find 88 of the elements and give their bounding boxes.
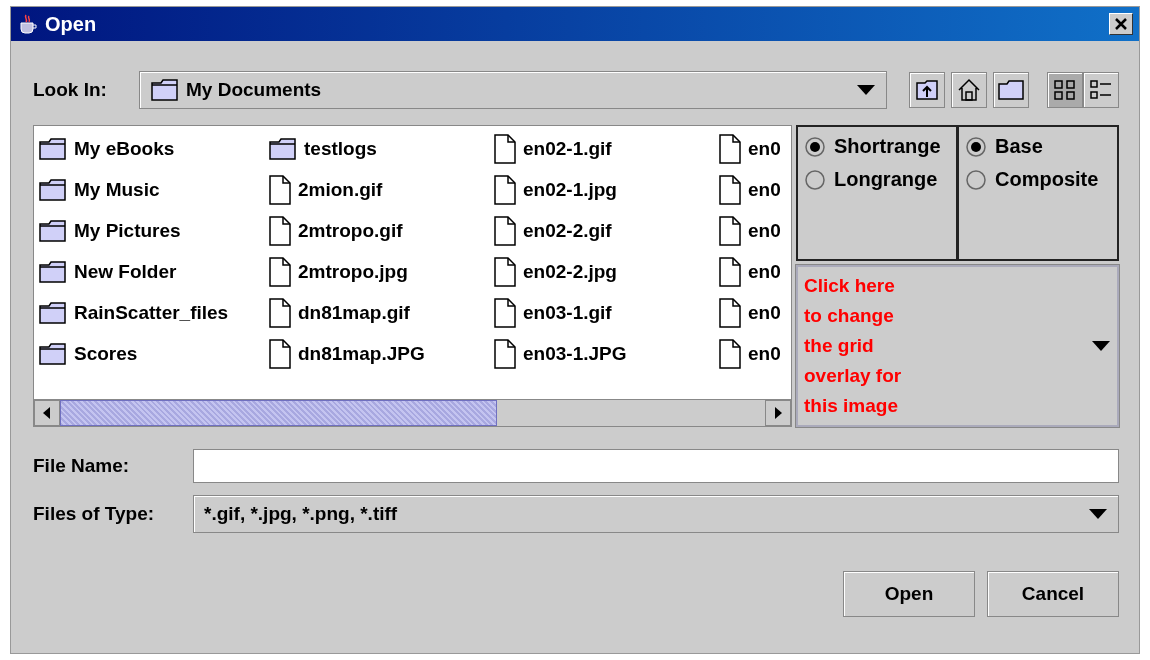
left-arrow-icon (43, 407, 51, 419)
close-icon (1114, 17, 1128, 31)
radio-label: Composite (995, 168, 1099, 191)
file-name[interactable]: My Pictures (74, 219, 181, 242)
file-icon (493, 174, 517, 205)
cup-icon (17, 13, 39, 35)
file-name[interactable]: 2mion.gif (298, 178, 383, 201)
folder-icon (38, 259, 68, 284)
file-name[interactable]: en0 (748, 301, 781, 324)
file-name[interactable]: en0 (748, 342, 781, 365)
file-name[interactable]: en02-2.jpg (523, 260, 617, 283)
file-name[interactable]: en0 (748, 137, 781, 160)
radio-button[interactable] (965, 168, 987, 191)
file-icon (493, 133, 517, 164)
folder-icon (38, 218, 68, 243)
list-view-icon (1053, 79, 1077, 101)
folder-icon (38, 341, 68, 366)
file-icon (493, 215, 517, 246)
radio-button[interactable] (965, 135, 987, 158)
file-name[interactable]: en02-2.gif (523, 219, 612, 242)
file-icon (718, 256, 742, 287)
file-icon (268, 215, 292, 246)
horizontal-scrollbar[interactable] (34, 399, 791, 426)
file-name[interactable]: Scores (74, 342, 138, 365)
file-name[interactable]: en0 (748, 219, 781, 242)
folder-icon (38, 177, 68, 202)
radio-button[interactable] (804, 168, 826, 191)
file-icon (718, 297, 742, 328)
folder-icon (38, 300, 68, 325)
caret-icon (856, 84, 876, 96)
caret-icon (1091, 340, 1111, 352)
radio-label: Longrange (834, 168, 938, 191)
file-icon (493, 297, 517, 328)
file-icon (718, 174, 742, 205)
file-name[interactable]: RainScatter_files (74, 301, 229, 324)
window-title: Open (45, 12, 98, 36)
file-name-label: File Name: (33, 455, 131, 477)
file-icon (268, 338, 292, 369)
toolbar-button[interactable] (1047, 72, 1083, 108)
caret-icon (1088, 508, 1108, 520)
toolbar-button[interactable] (951, 72, 987, 108)
folder-icon (268, 136, 298, 161)
file-name[interactable]: dn81map.JPG (298, 342, 425, 365)
right-arrow-icon (774, 407, 782, 419)
file-name[interactable]: dn81map.gif (298, 301, 410, 324)
scroll-thumb[interactable] (60, 400, 498, 426)
file-icon (493, 256, 517, 287)
file-name[interactable]: en03-1.gif (523, 301, 612, 324)
file-name[interactable]: en0 (748, 178, 781, 201)
cancel-button[interactable]: Cancel (987, 571, 1119, 617)
file-icon (268, 174, 292, 205)
radio-label: Base (995, 135, 1043, 158)
open-button[interactable]: Open (843, 571, 975, 617)
look-in-dropdown[interactable]: My Documents (139, 71, 887, 109)
file-name[interactable]: en02-1.jpg (523, 178, 617, 201)
file-icon (493, 338, 517, 369)
toolbar-button[interactable] (1083, 72, 1119, 108)
home-icon (957, 78, 981, 102)
folder-icon (998, 80, 1024, 100)
toolbar-button[interactable] (993, 72, 1029, 108)
file-name[interactable]: testlogs (304, 137, 377, 160)
toolbar-button[interactable] (909, 72, 945, 108)
file-icon (718, 215, 742, 246)
file-name-field[interactable] (193, 449, 1119, 483)
scroll-right-button[interactable] (765, 400, 791, 426)
look-in-label: Look In: (33, 79, 108, 101)
radio-button[interactable] (804, 135, 826, 158)
file-name[interactable]: 2mtropo.jpg (298, 260, 408, 283)
file-name[interactable]: My eBooks (74, 137, 175, 160)
file-icon (268, 297, 292, 328)
file-name[interactable]: en03-1.JPG (523, 342, 627, 365)
file-icon (718, 133, 742, 164)
details-view-icon (1089, 79, 1113, 101)
file-type-dropdown[interactable]: *.gif, *.jpg, *.png, *.tiff (193, 495, 1119, 533)
file-name[interactable]: New Folder (74, 260, 177, 283)
file-type-label: Files of Type: (33, 503, 156, 525)
close-button[interactable] (1109, 13, 1133, 35)
scroll-left-button[interactable] (34, 400, 60, 426)
file-name[interactable]: My Music (74, 178, 160, 201)
folder-icon (38, 136, 68, 161)
file-name[interactable]: 2mtropo.gif (298, 219, 403, 242)
file-name[interactable]: en02-1.gif (523, 137, 612, 160)
folder-icon (150, 78, 180, 102)
up-folder-icon (915, 79, 939, 101)
file-icon (718, 338, 742, 369)
file-icon (268, 256, 292, 287)
radio-label: Shortrange (834, 135, 941, 158)
file-name[interactable]: en0 (748, 260, 781, 283)
